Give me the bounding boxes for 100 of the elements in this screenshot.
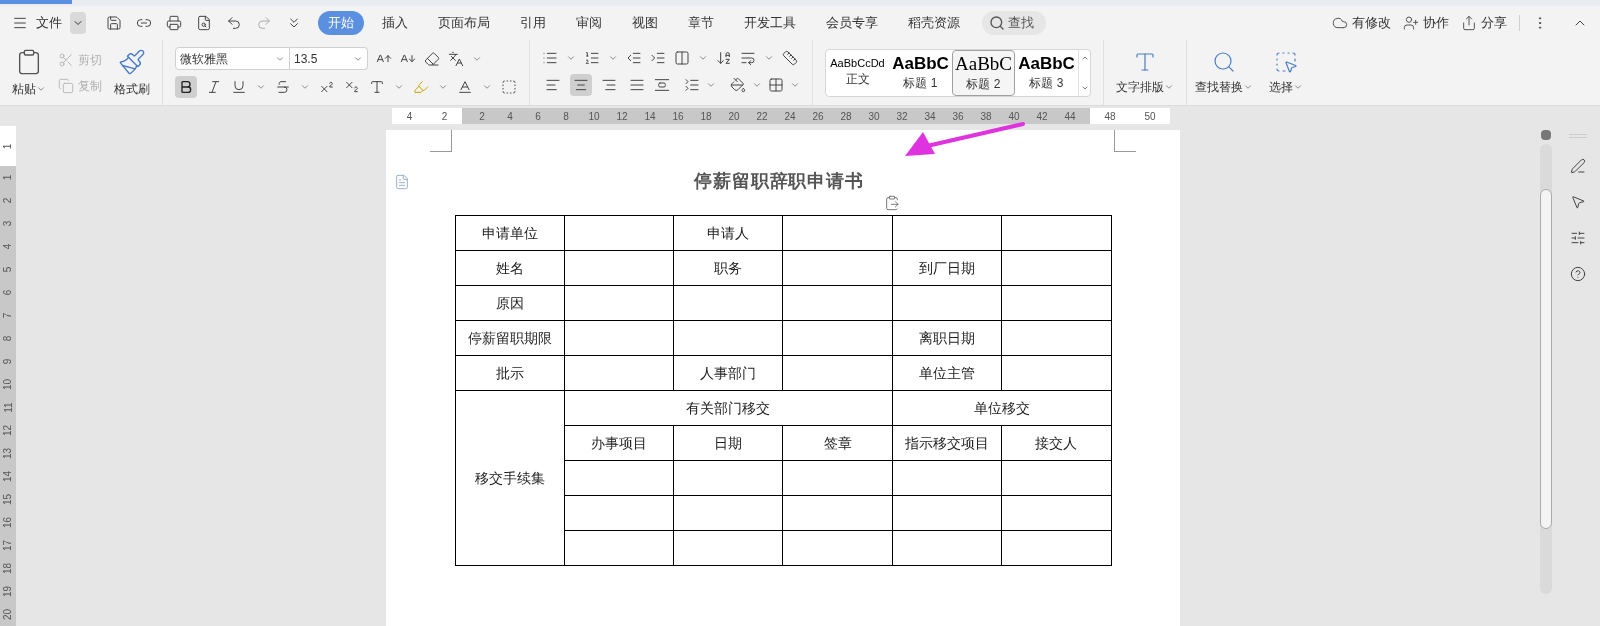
ruler-number: 6 — [534, 109, 542, 124]
bold-toggle[interactable] — [175, 76, 197, 98]
cursor-icon[interactable] — [1570, 194, 1586, 210]
pen-icon[interactable] — [1570, 158, 1586, 174]
ruler-icon[interactable] — [782, 49, 798, 66]
table-cell: 办事项目 — [564, 425, 674, 461]
style-label: 标题 3 — [1029, 75, 1064, 93]
menu-icon[interactable] — [12, 15, 28, 31]
document-title: 停薪留职辞职申请书 — [693, 170, 865, 193]
sort-icon[interactable] — [716, 49, 732, 66]
chinese-layout-icon[interactable] — [674, 49, 690, 66]
ruler-number: 8 — [1, 335, 15, 342]
ribbon-tab[interactable]: 视图 — [620, 11, 670, 35]
style-preview: AaBbC — [1018, 52, 1075, 75]
ruler-number: 20 — [727, 109, 741, 124]
style-preset[interactable]: AaBbC 标题 2 — [952, 49, 1015, 96]
selection-icon — [1274, 49, 1298, 74]
ribbon-tab[interactable]: 页面布局 — [426, 11, 502, 35]
table-cell: 申请单位 — [455, 215, 565, 251]
add-user-icon — [1403, 15, 1419, 31]
undo-icon[interactable] — [226, 15, 242, 31]
search-field[interactable]: 查找 — [982, 11, 1046, 35]
font-color-icon[interactable] — [457, 79, 473, 95]
ribbon-tab[interactable]: 稻壳资源 — [896, 11, 972, 35]
scrollbar-thumb[interactable] — [1540, 189, 1552, 529]
shading-icon[interactable] — [730, 76, 746, 93]
style-preview: AaBbC — [955, 51, 1012, 76]
ribbon-button[interactable]: 文字排版 — [1116, 49, 1174, 96]
ribbon-tab[interactable]: 插入 — [370, 11, 420, 35]
phonetic-guide-icon[interactable] — [448, 50, 464, 67]
style-preset[interactable]: AaBbCcDd 正文 — [826, 49, 889, 96]
search-icon — [1212, 49, 1236, 74]
file-menu[interactable]: 文件 — [32, 13, 66, 33]
ruler-number: 2 — [478, 109, 486, 124]
ribbon-tab[interactable]: 开发工具 — [732, 11, 808, 35]
strikethrough-icon[interactable] — [275, 79, 291, 95]
ruler-number: 26 — [811, 109, 825, 124]
style-label: 正文 — [845, 71, 870, 89]
file-dropdown[interactable] — [70, 12, 86, 34]
settings-icon[interactable] — [1570, 230, 1586, 246]
ruler-number: 6 — [1, 289, 15, 296]
bold-icon — [178, 79, 194, 95]
style-preset[interactable]: AaBbC 标题 1 — [889, 49, 952, 96]
eraser-icon[interactable] — [424, 50, 440, 67]
paintbrush-icon — [118, 47, 146, 76]
table-cell: 单位移交 — [892, 390, 1111, 426]
page-nav-icon[interactable] — [1541, 130, 1551, 140]
format-painter-button[interactable]: 格式刷 — [114, 47, 150, 98]
ruler-number: 4 — [506, 109, 514, 124]
ruler-number: 11 — [1, 402, 15, 413]
ruler-number: 30 — [867, 109, 881, 124]
numbered-list-icon[interactable] — [584, 49, 600, 66]
superscript-icon[interactable] — [319, 79, 335, 95]
underline-icon[interactable] — [231, 79, 247, 95]
ribbon-tab[interactable]: 引用 — [508, 11, 558, 35]
ruler-number: 4 — [1, 243, 15, 250]
borders-icon[interactable] — [768, 76, 784, 93]
ribbon-button[interactable]: 选择 — [1269, 49, 1303, 96]
alignment-toggle[interactable] — [570, 73, 592, 96]
ruler-number: 12 — [1, 424, 15, 437]
paste-options-icon[interactable] — [884, 195, 900, 211]
ruler-number: 19 — [1, 585, 15, 598]
italic-icon[interactable] — [206, 79, 222, 95]
style-preset[interactable]: AaBbC 标题 3 — [1015, 49, 1078, 96]
toolbar-action-button[interactable]: 分享 — [1461, 13, 1507, 33]
table-cell: 到厂日期 — [892, 250, 1002, 286]
margin-corner-mark — [430, 130, 452, 152]
subscript-icon[interactable] — [344, 79, 360, 95]
line-spacing-icon[interactable] — [684, 76, 700, 93]
ruler-number: 18 — [699, 109, 713, 124]
font-family-field[interactable]: 微软雅黑 — [175, 47, 290, 70]
ruler-number: 14 — [643, 109, 657, 124]
ruler-number: 40 — [1007, 109, 1021, 124]
ruler-number: 16 — [671, 109, 685, 124]
font-size-field[interactable]: 13.5 — [290, 47, 368, 70]
ribbon-tab[interactable]: 章节 — [676, 11, 726, 35]
paste-button[interactable]: 粘贴 — [12, 47, 46, 98]
ruler-number: 48 — [1104, 109, 1116, 124]
ribbon-tab[interactable]: 审阅 — [564, 11, 614, 35]
toolbar-action-button[interactable]: 协作 — [1403, 13, 1449, 33]
ruler-number: 10 — [1, 378, 15, 391]
ribbon-button[interactable]: 查找替换 — [1195, 49, 1253, 96]
table-cell: 接交人 — [1001, 425, 1111, 461]
table-cell: 原因 — [455, 285, 565, 321]
style-preview: AaBbCcDd — [830, 56, 885, 71]
text-effect-icon[interactable] — [369, 79, 385, 95]
help-icon[interactable] — [1570, 266, 1586, 282]
save-icon[interactable] — [106, 15, 122, 31]
print-icon[interactable] — [166, 15, 182, 31]
ruler-number: 28 — [839, 109, 853, 124]
table-cell: 姓名 — [455, 250, 565, 286]
ruler-number: 12 — [615, 109, 629, 124]
toolbar-action-button[interactable]: 有修改 — [1332, 13, 1391, 33]
ruler-number: 44 — [1063, 109, 1077, 124]
print-preview-icon[interactable] — [196, 15, 212, 31]
character-border-icon[interactable] — [501, 79, 517, 95]
vertical-scrollbar[interactable] — [1540, 144, 1552, 594]
ribbon-tab[interactable]: 会员专享 — [814, 11, 890, 35]
distribute-icon[interactable] — [654, 76, 670, 93]
table-cell: 停薪留职期限 — [455, 320, 565, 356]
